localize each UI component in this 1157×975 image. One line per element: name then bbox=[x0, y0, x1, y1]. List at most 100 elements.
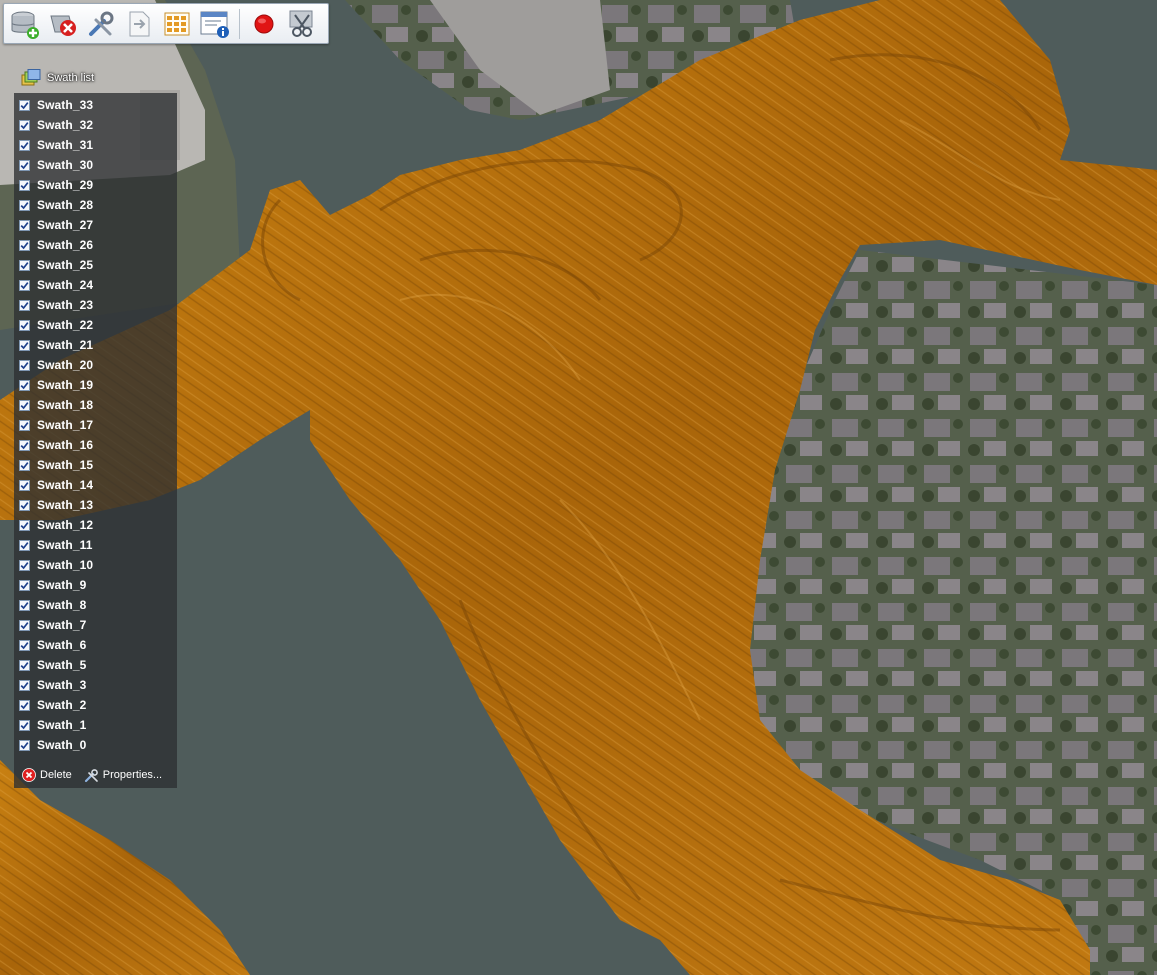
swath-checkbox[interactable] bbox=[19, 539, 30, 551]
tools-button[interactable] bbox=[83, 6, 119, 42]
swath-list-item[interactable]: Swath_5 bbox=[14, 655, 177, 675]
swath-checkbox[interactable] bbox=[19, 99, 30, 111]
swath-checkbox[interactable] bbox=[19, 339, 30, 351]
checkmark-icon bbox=[20, 221, 29, 229]
swath-checkbox[interactable] bbox=[19, 639, 30, 651]
database-add-icon bbox=[11, 11, 39, 39]
swath-label: Swath_11 bbox=[37, 538, 93, 552]
swath-list-item[interactable]: Swath_15 bbox=[14, 455, 177, 475]
swath-list-item[interactable]: Swath_2 bbox=[14, 695, 177, 715]
swath-checkbox[interactable] bbox=[19, 199, 30, 211]
swath-checkbox[interactable] bbox=[19, 299, 30, 311]
checkmark-icon bbox=[20, 741, 29, 749]
swath-checkbox[interactable] bbox=[19, 499, 30, 511]
swath-list-item[interactable]: Swath_21 bbox=[14, 335, 177, 355]
swath-list-item[interactable]: Swath_24 bbox=[14, 275, 177, 295]
swath-checkbox[interactable] bbox=[19, 399, 30, 411]
swath-list-header[interactable]: Swath list bbox=[14, 64, 177, 92]
swath-checkbox[interactable] bbox=[19, 319, 30, 331]
swath-checkbox[interactable] bbox=[19, 259, 30, 271]
swath-list-item[interactable]: Swath_17 bbox=[14, 415, 177, 435]
swath-checkbox[interactable] bbox=[19, 139, 30, 151]
swath-checkbox[interactable] bbox=[19, 579, 30, 591]
swath-checkbox[interactable] bbox=[19, 619, 30, 631]
swath-label: Swath_29 bbox=[37, 178, 94, 192]
swath-list-item[interactable]: Swath_9 bbox=[14, 575, 177, 595]
swath-label: Swath_31 bbox=[37, 138, 94, 152]
swath-checkbox[interactable] bbox=[19, 659, 30, 671]
swath-list-item[interactable]: Swath_1 bbox=[14, 715, 177, 735]
swath-checkbox[interactable] bbox=[19, 599, 30, 611]
swath-checkbox[interactable] bbox=[19, 359, 30, 371]
swath-list-item[interactable]: Swath_19 bbox=[14, 375, 177, 395]
swath-checkbox[interactable] bbox=[19, 279, 30, 291]
swath-list-item[interactable]: Swath_0 bbox=[14, 735, 177, 755]
swath-list-item[interactable]: Swath_31 bbox=[14, 135, 177, 155]
swath-list-item[interactable]: Swath_6 bbox=[14, 635, 177, 655]
swath-list-item[interactable]: Swath_12 bbox=[14, 515, 177, 535]
cut-tool-button[interactable] bbox=[284, 6, 320, 42]
add-layer-button[interactable] bbox=[7, 6, 43, 42]
swath-list-item[interactable]: Swath_26 bbox=[14, 235, 177, 255]
swath-label: Swath_9 bbox=[37, 578, 87, 592]
swath-list-item[interactable]: Swath_18 bbox=[14, 395, 177, 415]
export-arrow-icon bbox=[129, 11, 150, 36]
swath-label: Swath_23 bbox=[37, 298, 94, 312]
swath-list-item[interactable]: Swath_11 bbox=[14, 535, 177, 555]
swath-label: Swath_0 bbox=[37, 738, 87, 752]
swath-list-item[interactable]: Swath_28 bbox=[14, 195, 177, 215]
swath-list-item[interactable]: Swath_20 bbox=[14, 355, 177, 375]
delete-button[interactable]: Delete bbox=[22, 768, 72, 782]
swath-checkbox[interactable] bbox=[19, 439, 30, 451]
properties-button[interactable]: Properties... bbox=[84, 768, 162, 783]
swath-list-item[interactable]: Swath_22 bbox=[14, 315, 177, 335]
swath-list-item[interactable]: Swath_23 bbox=[14, 295, 177, 315]
grid-view-button[interactable] bbox=[159, 6, 195, 42]
checkmark-icon bbox=[20, 421, 29, 429]
swath-list-item[interactable]: Swath_10 bbox=[14, 555, 177, 575]
swath-checkbox[interactable] bbox=[19, 219, 30, 231]
swath-checkbox[interactable] bbox=[19, 119, 30, 131]
checkmark-icon bbox=[20, 201, 29, 209]
checkmark-icon bbox=[20, 261, 29, 269]
swath-checkbox[interactable] bbox=[19, 699, 30, 711]
checkmark-icon bbox=[20, 661, 29, 669]
checkmark-icon bbox=[20, 101, 29, 109]
swath-label: Swath_6 bbox=[37, 638, 87, 652]
swath-list-item[interactable]: Swath_14 bbox=[14, 475, 177, 495]
swath-list-item[interactable]: Swath_27 bbox=[14, 215, 177, 235]
swath-checkbox[interactable] bbox=[19, 419, 30, 431]
swath-label: Swath_26 bbox=[37, 238, 94, 252]
record-button[interactable] bbox=[246, 6, 282, 42]
swath-checkbox[interactable] bbox=[19, 559, 30, 571]
checkmark-icon bbox=[20, 601, 29, 609]
swath-checkbox[interactable] bbox=[19, 679, 30, 691]
swath-checkbox[interactable] bbox=[19, 519, 30, 531]
swath-checkbox[interactable] bbox=[19, 239, 30, 251]
info-button[interactable] bbox=[197, 6, 233, 42]
export-button[interactable] bbox=[121, 6, 157, 42]
swath-label: Swath_7 bbox=[37, 618, 87, 632]
swath-list-item[interactable]: Swath_3 bbox=[14, 675, 177, 695]
swath-list-item[interactable]: Swath_32 bbox=[14, 115, 177, 135]
swath-checkbox[interactable] bbox=[19, 479, 30, 491]
swath-list-item[interactable]: Swath_16 bbox=[14, 435, 177, 455]
swath-list-item[interactable]: Swath_8 bbox=[14, 595, 177, 615]
swath-checkbox[interactable] bbox=[19, 159, 30, 171]
swath-list-item[interactable]: Swath_7 bbox=[14, 615, 177, 635]
swath-checkbox[interactable] bbox=[19, 739, 30, 751]
swath-checkbox[interactable] bbox=[19, 459, 30, 471]
swath-checkbox[interactable] bbox=[19, 179, 30, 191]
swath-list-item[interactable]: Swath_29 bbox=[14, 175, 177, 195]
swath-checkbox[interactable] bbox=[19, 719, 30, 731]
grid-icon bbox=[164, 12, 190, 35]
swath-list-item[interactable]: Swath_25 bbox=[14, 255, 177, 275]
swath-list-item[interactable]: Swath_13 bbox=[14, 495, 177, 515]
checkmark-icon bbox=[20, 341, 29, 349]
swath-checkbox[interactable] bbox=[19, 379, 30, 391]
swath-label: Swath_24 bbox=[37, 278, 94, 292]
swath-list-item[interactable]: Swath_30 bbox=[14, 155, 177, 175]
swath-list-item[interactable]: Swath_33 bbox=[14, 95, 177, 115]
remove-layer-button[interactable] bbox=[45, 6, 81, 42]
swath-label: Swath_14 bbox=[37, 478, 94, 492]
